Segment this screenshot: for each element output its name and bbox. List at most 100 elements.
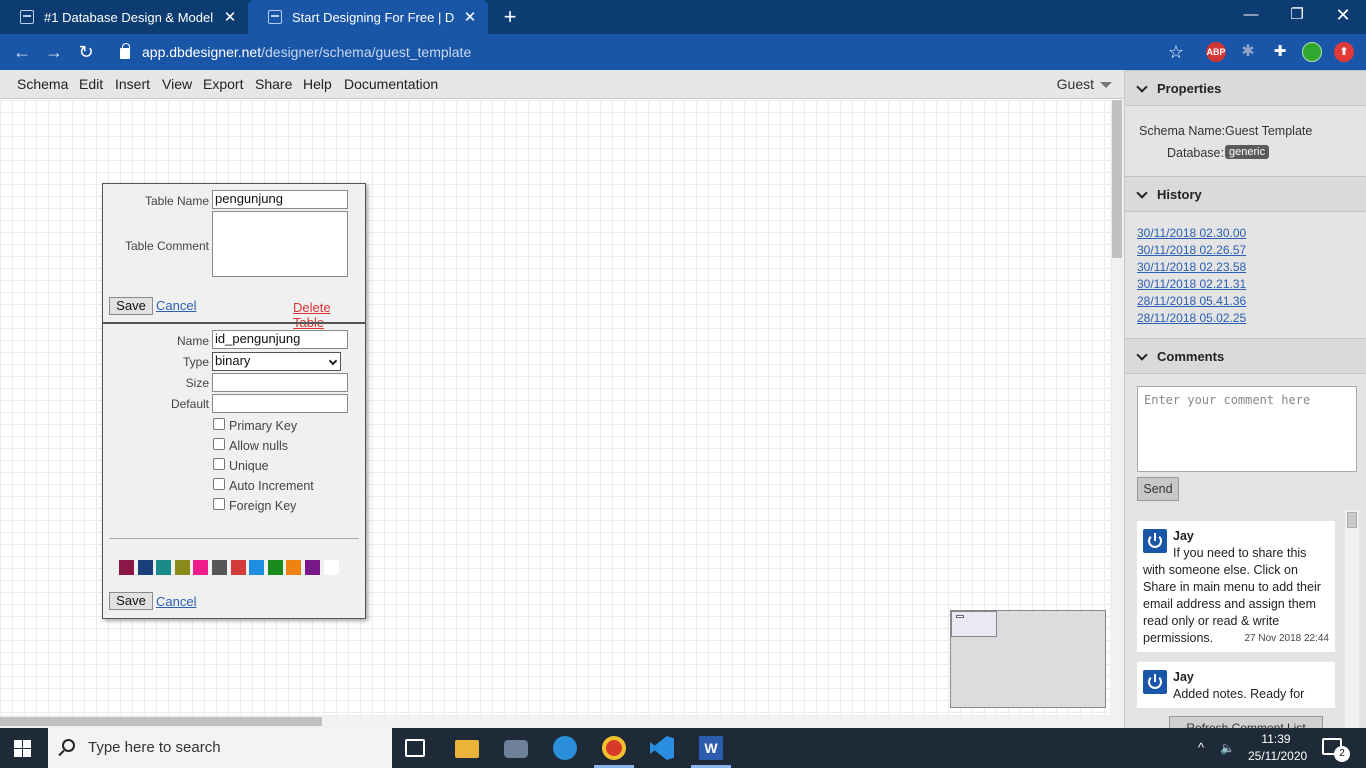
volume-icon[interactable]: 🔈 xyxy=(1220,728,1235,768)
extensions-puzzle-icon[interactable]: ✚ xyxy=(1270,42,1290,62)
field-name-label: Name xyxy=(176,334,209,348)
bookmark-star-icon[interactable]: ☆ xyxy=(1164,40,1188,64)
taskbar-clock[interactable]: 11:39 25/11/2020 xyxy=(1248,731,1308,765)
restore-icon[interactable]: ❐ xyxy=(1274,0,1320,34)
menu-share[interactable]: Share xyxy=(255,70,292,99)
scrollbar-thumb[interactable] xyxy=(0,717,322,726)
comment-textarea[interactable]: Enter your comment here xyxy=(1137,386,1357,472)
menu-documentation[interactable]: Documentation xyxy=(344,70,438,99)
new-tab-button[interactable]: + xyxy=(498,4,522,30)
history-link[interactable]: 30/11/2018 02.30.00 xyxy=(1137,226,1246,240)
search-icon xyxy=(62,739,75,752)
cancel-field-link[interactable]: Cancel xyxy=(156,594,196,609)
comments-title: Comments xyxy=(1157,349,1225,364)
adblock-plus-icon[interactable]: ABP xyxy=(1206,42,1226,62)
history-link[interactable]: 30/11/2018 02.26.57 xyxy=(1137,243,1246,257)
color-swatch[interactable] xyxy=(286,560,302,575)
cancel-table-link[interactable]: Cancel xyxy=(156,298,196,313)
field-name-input[interactable]: id_pengunjung xyxy=(212,330,348,349)
tab-start-designing[interactable]: Start Designing For Free | DbDesi ✕ xyxy=(248,0,488,34)
save-field-button[interactable]: Save xyxy=(109,592,153,610)
tab-label: Start Designing For Free | DbDesi xyxy=(292,9,454,25)
history-link[interactable]: 28/11/2018 05.02.25 xyxy=(1137,311,1246,325)
save-table-button[interactable]: Save xyxy=(109,297,153,315)
properties-header[interactable]: Properties xyxy=(1125,70,1366,106)
primary-key-label: Primary Key xyxy=(229,419,298,433)
comment-time: 27 Nov 2018 22:44 xyxy=(1244,633,1329,644)
comments-header[interactable]: Comments xyxy=(1125,338,1366,374)
task-view-icon[interactable] xyxy=(405,739,425,757)
menu-help[interactable]: Help xyxy=(303,70,332,99)
color-swatch[interactable] xyxy=(137,560,153,575)
allow-nulls-checkbox[interactable] xyxy=(213,438,225,450)
reload-icon[interactable]: ↻ xyxy=(74,40,98,64)
history-link[interactable]: 30/11/2018 02.23.58 xyxy=(1137,260,1246,274)
tab-database-design[interactable]: #1 Database Design & Modeling ✕ xyxy=(0,0,248,34)
scrollbar-thumb[interactable] xyxy=(1112,100,1122,258)
color-swatch[interactable] xyxy=(174,560,190,575)
chrome-browser-icon[interactable] xyxy=(602,736,626,760)
foreign-key-checkbox[interactable] xyxy=(213,498,225,510)
bug-extension-icon[interactable]: ✱ xyxy=(1238,42,1258,62)
color-swatch[interactable] xyxy=(267,560,283,575)
table-comment-textarea[interactable] xyxy=(212,211,348,277)
canvas-minimap[interactable] xyxy=(950,610,1106,708)
color-swatch[interactable] xyxy=(230,560,246,575)
back-icon[interactable]: ← xyxy=(10,40,34,64)
refresh-comments-button[interactable]: Refresh Comment List xyxy=(1169,716,1323,728)
history-link[interactable]: 30/11/2018 02.21.31 xyxy=(1137,277,1246,291)
menu-export[interactable]: Export xyxy=(203,70,243,99)
color-swatch[interactable] xyxy=(119,560,134,575)
unique-checkbox[interactable] xyxy=(213,458,225,470)
table-editor-dialog: Table Name pengunjung Table Comment Save… xyxy=(102,183,366,619)
profile-avatar-icon[interactable] xyxy=(1302,42,1322,62)
menu-schema[interactable]: Schema xyxy=(17,70,68,99)
field-type-label: Type xyxy=(182,355,209,369)
menu-view[interactable]: View xyxy=(162,70,192,99)
user-name: Guest xyxy=(1056,76,1094,92)
camera-icon[interactable] xyxy=(504,740,528,758)
field-default-input[interactable] xyxy=(212,394,348,413)
chevron-down-icon xyxy=(1100,82,1112,89)
field-type-select[interactable]: binary xyxy=(212,352,341,371)
table-comment-label: Table Comment xyxy=(124,239,209,253)
url-field[interactable]: app.dbdesigner.net/designer/schema/guest… xyxy=(108,38,1198,66)
color-swatch[interactable] xyxy=(156,560,172,575)
user-menu[interactable]: Guest xyxy=(1057,70,1112,99)
word-icon[interactable]: W xyxy=(699,736,723,760)
forward-icon[interactable]: → xyxy=(42,40,66,64)
menu-edit[interactable]: Edit xyxy=(79,70,103,99)
canvas-horizontal-scrollbar[interactable] xyxy=(0,715,1124,728)
taskbar-search-box[interactable]: Type here to search xyxy=(48,728,392,768)
file-explorer-icon[interactable] xyxy=(455,740,479,758)
edge-browser-icon[interactable] xyxy=(553,736,577,760)
windows-start-icon[interactable] xyxy=(14,740,31,757)
close-tab-icon[interactable]: ✕ xyxy=(222,8,238,26)
send-comment-button[interactable]: Send xyxy=(1137,477,1179,501)
chevron-up-icon[interactable]: ^ xyxy=(1198,728,1204,768)
color-swatch[interactable] xyxy=(212,560,227,575)
delete-table-link[interactable]: Delete Table xyxy=(293,300,365,330)
close-window-icon[interactable]: ✕ xyxy=(1320,0,1366,34)
history-link[interactable]: 28/11/2018 05.41.36 xyxy=(1137,294,1246,308)
auto-increment-checkbox[interactable] xyxy=(213,478,225,490)
color-swatch[interactable] xyxy=(323,560,339,575)
table-name-input[interactable]: pengunjung xyxy=(212,190,348,209)
upload-extension-icon[interactable]: ⬆ xyxy=(1334,42,1354,62)
vscode-icon[interactable] xyxy=(650,736,674,760)
scrollbar-thumb[interactable] xyxy=(1347,512,1357,528)
primary-key-checkbox[interactable] xyxy=(213,418,225,430)
clock-date: 25/11/2020 xyxy=(1248,749,1308,763)
comments-scrollbar[interactable] xyxy=(1345,510,1359,728)
menu-insert[interactable]: Insert xyxy=(115,70,150,99)
history-header[interactable]: History xyxy=(1125,176,1366,212)
field-size-input[interactable] xyxy=(212,373,348,392)
minimize-icon[interactable]: — xyxy=(1228,0,1274,34)
color-swatch[interactable] xyxy=(249,560,265,575)
clock-time: 11:39 xyxy=(1261,732,1291,746)
color-swatch[interactable] xyxy=(193,560,209,575)
canvas-vertical-scrollbar[interactable] xyxy=(1110,100,1124,715)
color-swatch[interactable] xyxy=(305,560,320,575)
schema-name-label: Schema Name: xyxy=(1139,124,1226,138)
close-tab-icon[interactable]: ✕ xyxy=(462,8,478,26)
